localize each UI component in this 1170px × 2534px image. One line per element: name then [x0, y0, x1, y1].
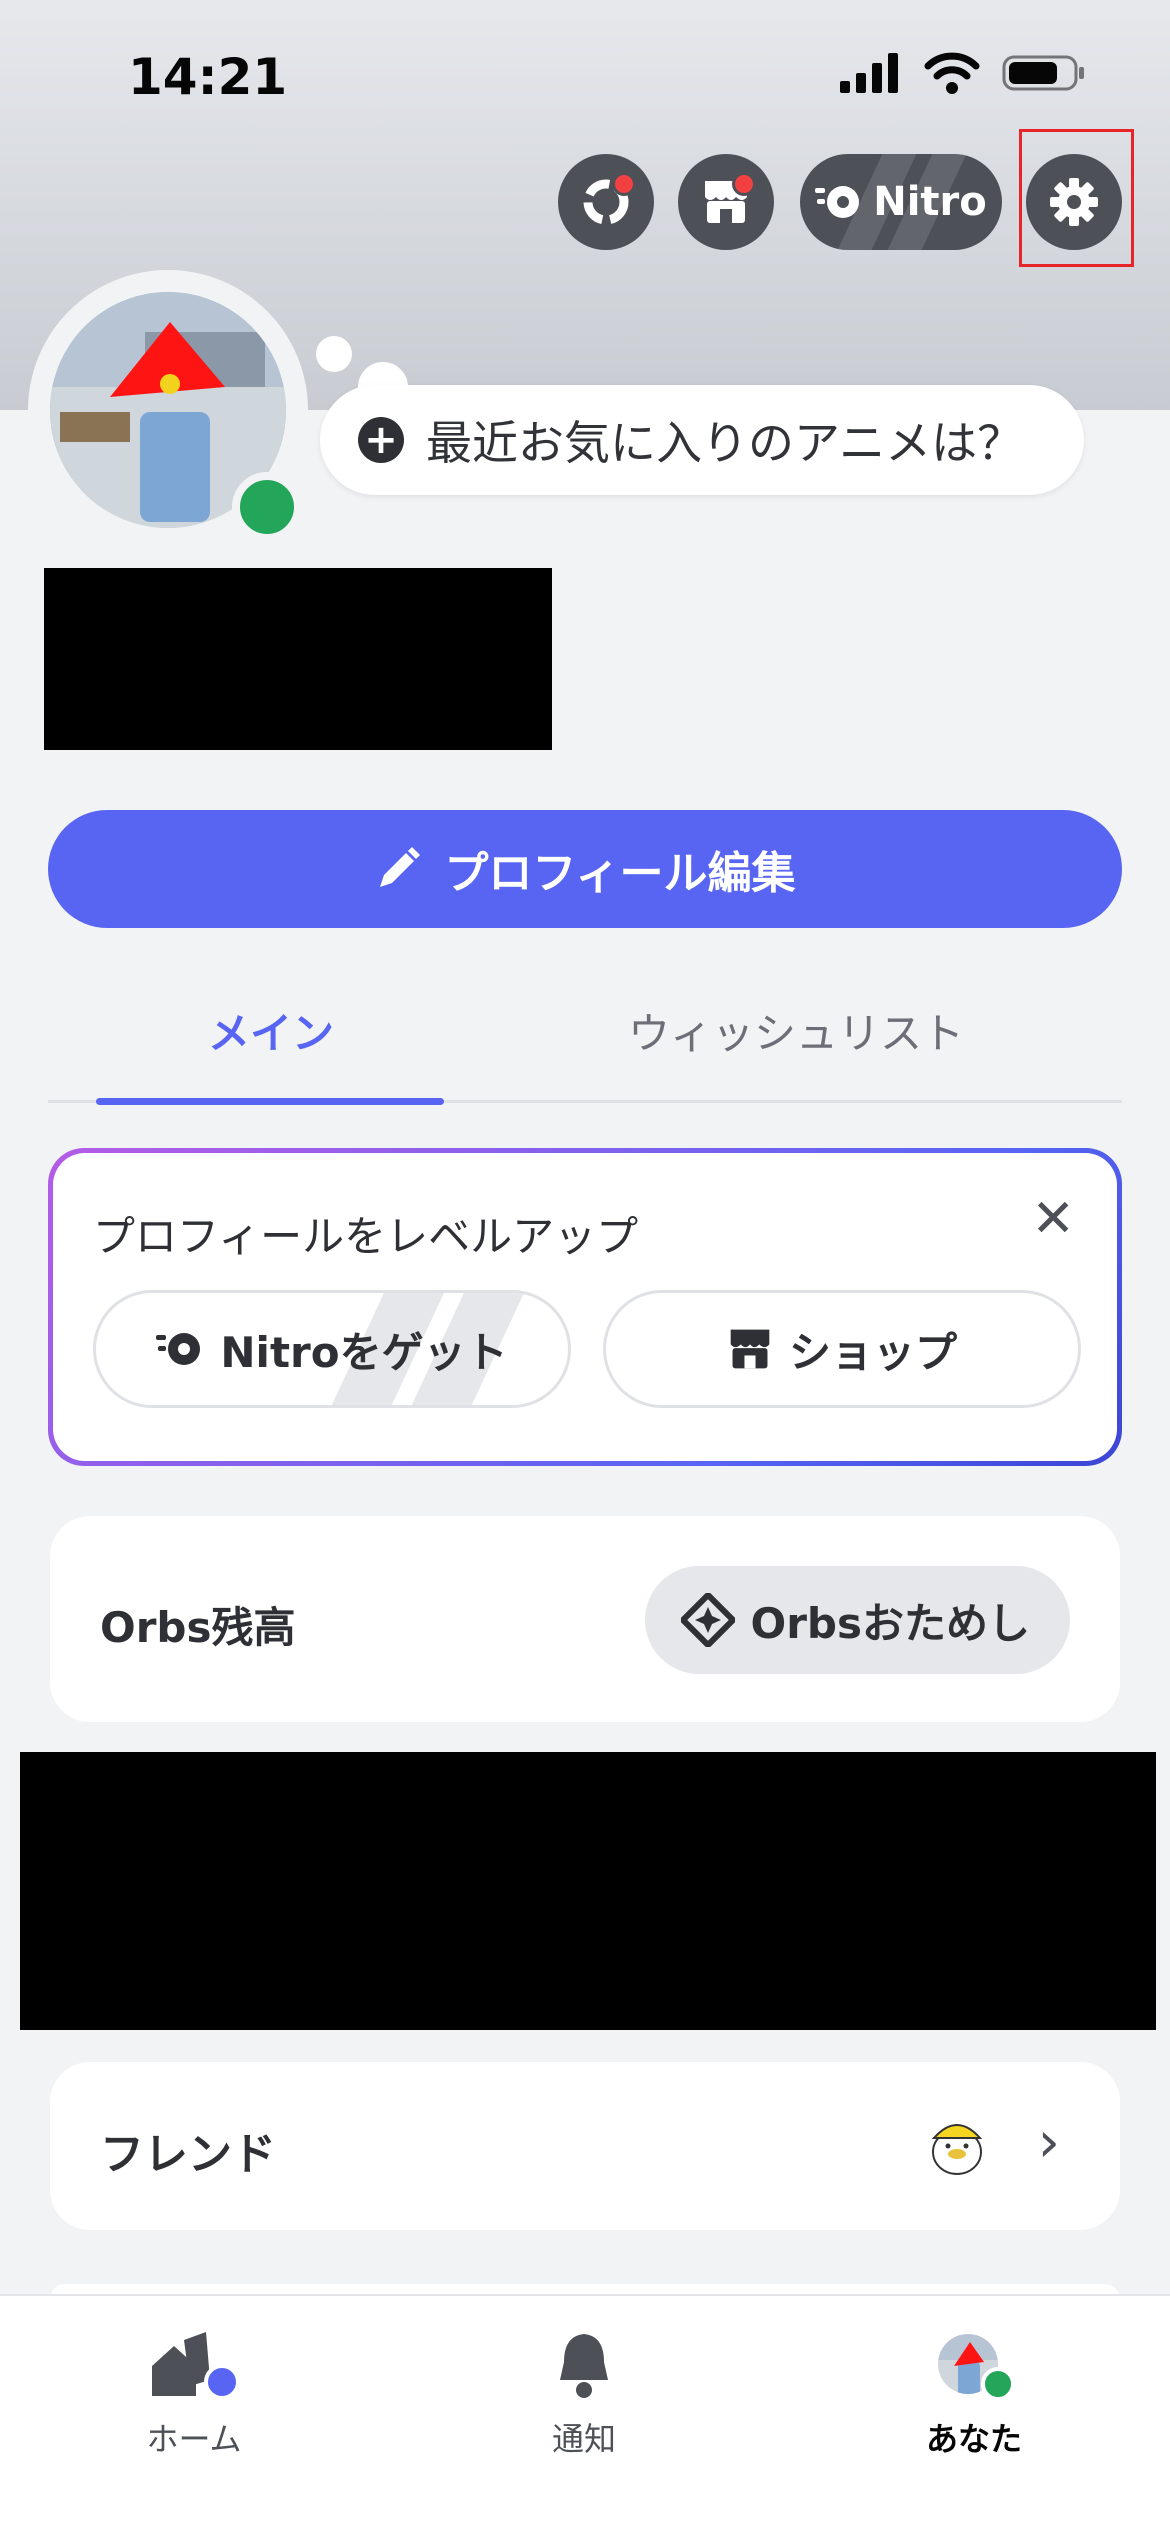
redacted-content [20, 1752, 1156, 2030]
edit-profile-button[interactable]: プロフィール編集 [48, 810, 1122, 928]
pencil-icon [380, 847, 421, 887]
get-nitro-button[interactable]: Nitroをゲット [93, 1290, 571, 1408]
nitro-header-button[interactable]: Nitro [800, 154, 1002, 250]
levelup-title: プロフィールをレベルアップ [93, 1212, 639, 1261]
tab-home-label: ホーム [146, 2420, 242, 2458]
bottom-tab-bar: ホーム 通知 あなた [0, 2294, 1170, 2534]
friend-avatar [931, 2124, 983, 2175]
shop-icon [730, 1329, 770, 1369]
you-icon-wrap [874, 2326, 1074, 2404]
shop-label: ショップ [788, 1327, 957, 1377]
wifi-icon [924, 52, 980, 94]
friends-label: フレンド [100, 2129, 276, 2180]
tab-you[interactable]: あなた [874, 2326, 1074, 2460]
tab-notifications[interactable]: 通知 [484, 2326, 684, 2460]
levelup-card-body: プロフィールをレベルアップ ✕ Nitroをゲット ショップ [53, 1153, 1117, 1461]
orbs-trial-label: Orbsおためし [750, 1598, 1030, 1648]
settings-highlight [1019, 129, 1134, 267]
friends-card[interactable]: フレンド › [50, 2062, 1120, 2230]
plus-icon: + [358, 417, 404, 463]
quests-button[interactable] [558, 154, 654, 250]
status-time: 14:21 [128, 48, 288, 106]
shop-button[interactable]: ショップ [603, 1290, 1081, 1408]
custom-status-bubble[interactable]: + 最近お気に入りのアニメは？ [320, 385, 1084, 495]
profile-levelup-card: プロフィールをレベルアップ ✕ Nitroをゲット ショップ [48, 1148, 1122, 1466]
home-icon [152, 2332, 240, 2400]
shop-header-button[interactable] [678, 154, 774, 250]
tab-you-label: あなた [925, 2420, 1022, 2458]
nitro-label: Nitro [873, 179, 987, 225]
tab-home[interactable]: ホーム [94, 2326, 294, 2460]
signal-icon [840, 53, 898, 93]
orb-icon [680, 1593, 735, 1647]
bell-icon-wrap [484, 2326, 684, 2404]
profile-tabs: メイン ウィッシュリスト [48, 960, 1122, 1105]
battery-icon [1002, 55, 1084, 91]
get-nitro-label: Nitroをゲット [220, 1327, 508, 1377]
home-icon-wrap [94, 2326, 294, 2404]
tab-main[interactable]: メイン [208, 1000, 334, 1061]
orbs-trial-button[interactable]: Orbsおためし [644, 1566, 1070, 1674]
orbs-balance-label: Orbs残高 [100, 1603, 296, 1652]
active-tab-indicator [96, 1098, 444, 1105]
edit-profile-label: プロフィール編集 [444, 848, 796, 899]
notification-dot [612, 172, 636, 196]
online-status-indicator [232, 472, 302, 542]
bell-icon [560, 2334, 608, 2398]
notification-dot [732, 172, 756, 196]
nitro-icon [156, 1333, 201, 1365]
status-icons [840, 52, 1086, 94]
redacted-username [44, 568, 552, 750]
chevron-right-icon: › [1037, 2110, 1060, 2175]
orbs-card: Orbs残高 Orbsおためし [50, 1516, 1120, 1722]
user-avatar-icon [938, 2334, 1015, 2401]
tab-notifications-label: 通知 [551, 2420, 616, 2458]
thought-bubble-dot [316, 336, 352, 372]
tab-wishlist[interactable]: ウィッシュリスト [628, 1000, 964, 1061]
close-icon[interactable]: ✕ [1031, 1193, 1075, 1245]
status-prompt: 最近お気に入りのアニメは？ [426, 416, 1024, 470]
